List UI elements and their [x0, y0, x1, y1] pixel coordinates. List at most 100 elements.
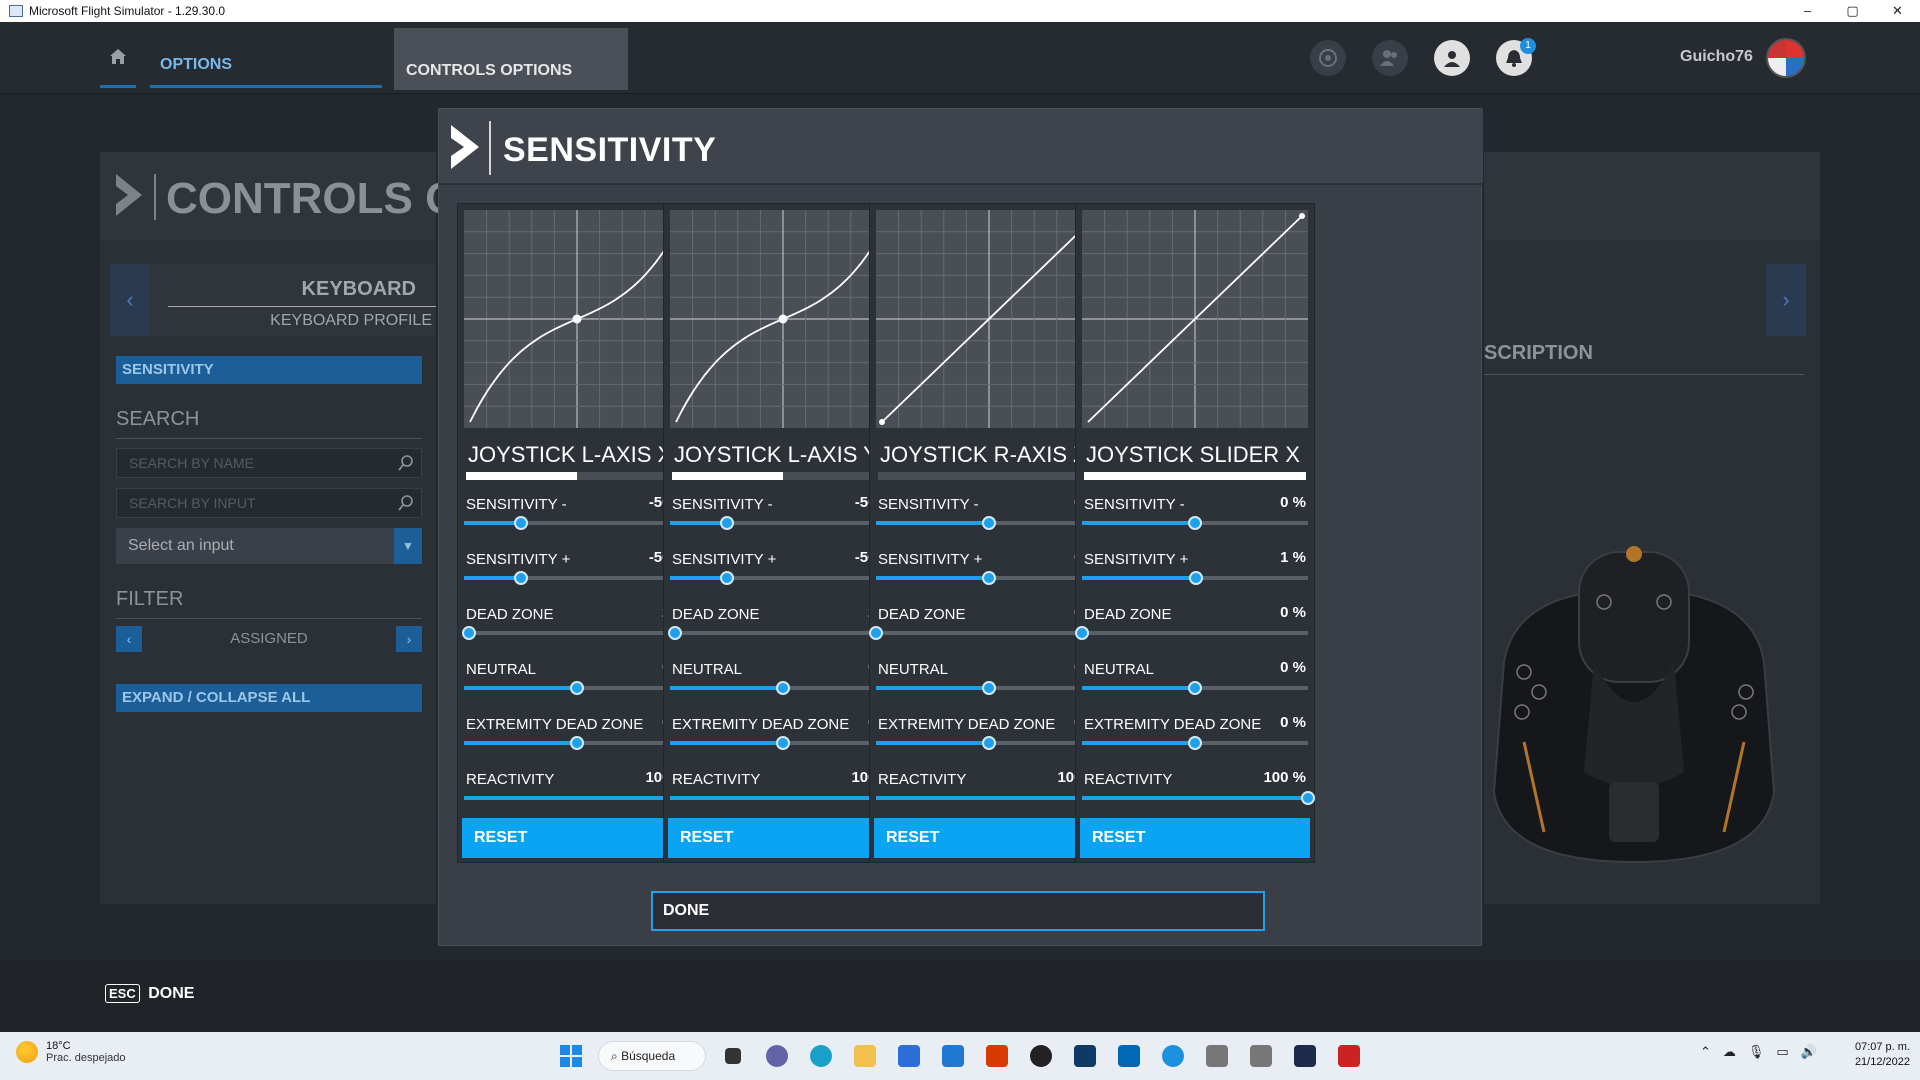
slider-handle[interactable] [776, 681, 790, 695]
setting-slider[interactable] [464, 681, 690, 695]
setting-slider[interactable] [464, 791, 697, 805]
slider-handle[interactable] [513, 516, 528, 530]
setting-slider[interactable] [670, 516, 896, 530]
profile-icon-button[interactable] [1434, 40, 1470, 76]
slider-handle[interactable] [1301, 791, 1315, 805]
setting-slider[interactable] [670, 791, 903, 805]
task-view-icon[interactable] [716, 1039, 750, 1073]
slider-handle[interactable] [667, 626, 682, 640]
setting-slider[interactable] [876, 571, 1102, 585]
chat-icon[interactable] [760, 1039, 794, 1073]
intel-icon[interactable] [1112, 1039, 1146, 1073]
current-position-marker [1299, 213, 1305, 219]
setting-slider[interactable] [1075, 626, 1308, 640]
nav-controls-options-tab[interactable]: CONTROLS OPTIONS [394, 28, 628, 90]
setting-slider[interactable] [670, 736, 896, 750]
store-icon[interactable] [892, 1039, 926, 1073]
setting-slider[interactable] [1082, 736, 1308, 750]
setting-slider[interactable] [670, 571, 896, 585]
setting-slider[interactable] [1082, 681, 1308, 695]
slider-handle[interactable] [719, 516, 734, 530]
slider-handle[interactable] [1188, 736, 1202, 750]
minimize-button[interactable]: – [1785, 0, 1830, 22]
current-position-marker [778, 314, 788, 324]
weather-widget[interactable]: 18°C Prac. despejado [16, 1040, 126, 1064]
taskbar-clock[interactable]: 07:07 p. m. 21/12/2022 [1840, 1040, 1910, 1070]
setting-slider[interactable] [461, 626, 690, 640]
setting-slider[interactable] [670, 681, 896, 695]
setting-slider[interactable] [464, 571, 690, 585]
maximize-button[interactable]: ▢ [1830, 0, 1875, 22]
speedtest-icon[interactable] [1156, 1039, 1190, 1073]
activity-icon-button[interactable] [1310, 40, 1346, 76]
search-by-input-input[interactable]: SEARCH BY INPUT [116, 488, 422, 518]
slider-handle[interactable] [461, 626, 476, 640]
alienware-icon[interactable] [1024, 1039, 1058, 1073]
setting-slider[interactable] [876, 791, 1109, 805]
setting-slider[interactable] [464, 516, 690, 530]
slider-handle[interactable] [982, 571, 996, 585]
setting-label: SENSITIVITY + [466, 551, 571, 568]
sensitivity-button[interactable]: SENSITIVITY [116, 356, 422, 384]
slider-handle[interactable] [719, 571, 734, 585]
slider-handle[interactable] [776, 736, 790, 750]
slider-handle[interactable] [982, 681, 996, 695]
thrustmaster-icon[interactable] [1332, 1039, 1366, 1073]
home-button[interactable] [100, 48, 136, 88]
flight-simulator-icon[interactable] [1288, 1039, 1322, 1073]
windows-taskbar: 18°C Prac. despejado ⌕ Búsqueda ⌃ ☁ 🎙 ▭ … [0, 1032, 1920, 1080]
setting-slider[interactable] [1082, 571, 1308, 585]
friends-icon-button[interactable] [1372, 40, 1408, 76]
slider-handle[interactable] [982, 736, 996, 750]
esc-done-button[interactable]: ESC DONE [105, 984, 194, 1003]
edge-icon[interactable] [804, 1039, 838, 1073]
onedrive-icon[interactable]: ☁ [1723, 1044, 1736, 1060]
file-explorer-icon[interactable] [848, 1039, 882, 1073]
setting-slider[interactable] [876, 736, 1102, 750]
slider-handle[interactable] [982, 516, 996, 530]
taskbar-search[interactable]: ⌕ Búsqueda [598, 1041, 706, 1071]
setting-slider[interactable] [1082, 791, 1315, 805]
chevron-up-icon[interactable]: ⌃ [1700, 1044, 1711, 1060]
slider-handle[interactable] [1188, 516, 1202, 530]
slider-handle[interactable] [1075, 626, 1089, 640]
setting-slider[interactable] [876, 681, 1102, 695]
reset-button[interactable]: RESET [874, 818, 1104, 858]
network-icon[interactable]: ▭ [1776, 1044, 1788, 1060]
controller-app-2-icon[interactable] [1244, 1039, 1278, 1073]
office-icon[interactable] [980, 1039, 1014, 1073]
slider-handle[interactable] [570, 681, 584, 695]
avatar[interactable] [1766, 38, 1806, 78]
controller-app-icon[interactable] [1200, 1039, 1234, 1073]
next-profile-button[interactable]: › [1766, 264, 1806, 336]
select-input-dropdown[interactable]: Select an input ▼ [116, 528, 422, 564]
microphone-icon[interactable]: 🎙 [1748, 1044, 1765, 1060]
search-by-name-input[interactable]: SEARCH BY NAME [116, 448, 422, 478]
response-curve-graph [670, 210, 896, 428]
setting-slider[interactable] [876, 516, 1102, 530]
nav-options-tab[interactable]: OPTIONS [150, 48, 382, 88]
slider-handle[interactable] [513, 571, 528, 585]
done-button[interactable]: DONE [651, 891, 1265, 931]
expand-collapse-all-button[interactable]: EXPAND / COLLAPSE ALL [116, 684, 422, 712]
slider-handle[interactable] [570, 736, 584, 750]
reset-button[interactable]: RESET [462, 818, 692, 858]
close-button[interactable]: ✕ [1875, 0, 1920, 22]
mail-icon[interactable] [936, 1039, 970, 1073]
setting-slider[interactable] [1082, 516, 1308, 530]
notifications-icon-button[interactable]: 1 [1496, 38, 1536, 76]
slider-handle[interactable] [869, 626, 883, 640]
setting-slider[interactable] [464, 736, 690, 750]
previous-profile-button[interactable]: ‹ [110, 264, 150, 336]
filter-previous-button[interactable]: ‹ [116, 626, 142, 652]
slider-handle[interactable] [1189, 571, 1204, 585]
setting-slider[interactable] [869, 626, 1102, 640]
reset-button[interactable]: RESET [668, 818, 898, 858]
slider-handle[interactable] [1188, 681, 1202, 695]
volume-icon[interactable]: 🔊 [1801, 1044, 1817, 1060]
setting-slider[interactable] [667, 626, 896, 640]
windows-start-button[interactable] [554, 1039, 588, 1073]
k-app-icon[interactable] [1068, 1039, 1102, 1073]
filter-next-button[interactable]: › [396, 626, 422, 652]
reset-button[interactable]: RESET [1080, 818, 1310, 858]
